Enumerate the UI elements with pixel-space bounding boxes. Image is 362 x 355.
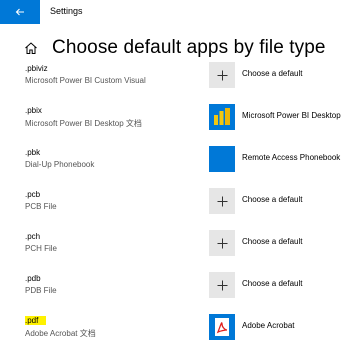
page-title: Choose default apps by file type bbox=[52, 37, 326, 58]
default-app-button[interactable] bbox=[209, 104, 235, 130]
file-description: PCH File bbox=[25, 244, 58, 253]
file-type-row: .pcb PCB File Choose a default bbox=[0, 188, 362, 226]
plus-icon bbox=[217, 280, 227, 290]
choose-default-button[interactable] bbox=[209, 230, 235, 256]
default-app-label[interactable]: Choose a default bbox=[242, 237, 303, 246]
default-app-label[interactable]: Choose a default bbox=[242, 69, 303, 78]
plus-icon bbox=[217, 70, 227, 80]
file-extension: .pdb bbox=[25, 274, 41, 283]
file-type-row: .pch PCH File Choose a default bbox=[0, 230, 362, 268]
file-type-row: .pbix Microsoft Power BI Desktop 文档 Micr… bbox=[0, 104, 362, 142]
choose-default-button[interactable] bbox=[209, 62, 235, 88]
default-app-button[interactable] bbox=[209, 146, 235, 172]
file-description: PCB File bbox=[25, 202, 57, 211]
default-app-button[interactable] bbox=[209, 314, 235, 340]
file-description: Dial-Up Phonebook bbox=[25, 160, 95, 169]
default-app-label[interactable]: Choose a default bbox=[242, 195, 303, 204]
file-description: Adobe Acrobat 文档 bbox=[25, 329, 96, 338]
file-extension: .pdf bbox=[25, 316, 47, 325]
default-app-label[interactable]: Remote Access Phonebook bbox=[242, 153, 340, 162]
file-extension: .pbiviz bbox=[25, 64, 48, 73]
file-type-row: .pbiviz Microsoft Power BI Custom Visual… bbox=[0, 62, 362, 100]
choose-default-button[interactable] bbox=[209, 272, 235, 298]
default-app-label[interactable]: Choose a default bbox=[242, 279, 303, 288]
power-bi-icon bbox=[214, 108, 230, 125]
back-arrow-icon bbox=[15, 8, 24, 16]
title-bar: Settings bbox=[0, 0, 362, 24]
file-type-row: .pdf Adobe Acrobat 文档 Adobe Acrobat bbox=[0, 314, 362, 352]
window-title: Settings bbox=[50, 6, 83, 16]
plus-icon bbox=[217, 238, 227, 248]
file-extension: .pch bbox=[25, 232, 41, 241]
file-type-row: .pbk Dial-Up Phonebook Remote Access Pho… bbox=[0, 146, 362, 184]
file-extension: .pbix bbox=[25, 106, 42, 115]
default-app-label[interactable]: Adobe Acrobat bbox=[242, 321, 294, 330]
home-icon[interactable] bbox=[24, 41, 38, 55]
file-description: Microsoft Power BI Custom Visual bbox=[25, 76, 146, 85]
default-app-label[interactable]: Microsoft Power BI Desktop bbox=[242, 111, 341, 120]
plus-icon bbox=[217, 196, 227, 206]
page-header: Choose default apps by file type bbox=[24, 36, 326, 60]
file-extension: .pcb bbox=[25, 190, 41, 199]
choose-default-button[interactable] bbox=[209, 188, 235, 214]
file-description: PDB File bbox=[25, 286, 57, 295]
back-button[interactable] bbox=[0, 0, 40, 24]
file-extension: .pbk bbox=[25, 148, 41, 157]
file-description: Microsoft Power BI Desktop 文档 bbox=[25, 119, 142, 128]
adobe-acrobat-icon bbox=[215, 318, 229, 336]
file-type-row: .pdb PDB File Choose a default bbox=[0, 272, 362, 310]
